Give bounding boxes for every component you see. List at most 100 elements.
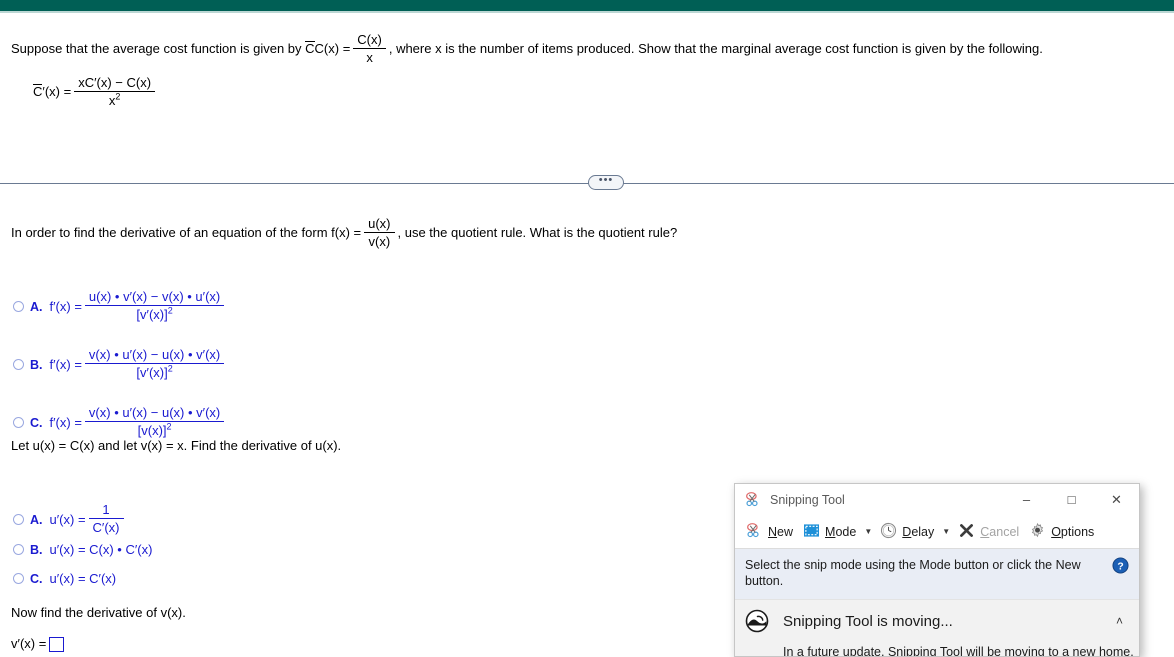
- snip-hint-panel: Select the snip mode using the Mode butt…: [735, 549, 1139, 599]
- minimize-button[interactable]: –: [1004, 484, 1049, 515]
- fraction-denominator: x: [366, 50, 373, 65]
- option-denominator-exponent: 2: [167, 363, 173, 374]
- c-bar-argument: C(x) =: [314, 40, 351, 56]
- option-letter: B.: [30, 357, 43, 372]
- snip-hint-text: Select the snip mode using the Mode butt…: [745, 558, 1081, 588]
- close-button[interactable]: ✕: [1094, 484, 1139, 515]
- problem-statement: Suppose that the average cost function i…: [11, 32, 1043, 66]
- cancel-button: Cancel: [953, 519, 1024, 545]
- divider-more-handle[interactable]: •••: [588, 175, 624, 190]
- option-content: u′(x) = 1 C′(x): [49, 502, 127, 536]
- result-c-bar-symbol: C: [33, 83, 43, 99]
- new-snip-button[interactable]: New: [741, 519, 798, 545]
- option-fraction: 1 C′(x): [88, 502, 124, 535]
- option-content: f′(x) = u(x) • v′(x) − v(x) • u′(x) [v′(x)…: [49, 289, 228, 323]
- option-denominator: [v(x)]2: [137, 421, 172, 438]
- result-fraction: xC′(x) − C(x) x2: [74, 75, 156, 108]
- delay-chevron-down-icon[interactable]: ▼: [939, 519, 953, 545]
- radio-button[interactable]: [13, 417, 24, 428]
- delay-button[interactable]: Delay: [875, 519, 939, 545]
- radio-button[interactable]: [13, 573, 24, 584]
- quotient-denominator: v(x): [368, 234, 391, 249]
- question1-prompt-part2: , use the quotient rule. What is the quo…: [397, 224, 678, 240]
- question3-prompt: Now find the derivative of v(x).: [11, 605, 186, 620]
- option-lhs: f′(x) =: [49, 357, 82, 372]
- quotient-numerator: u(x): [364, 216, 395, 233]
- options-button[interactable]: Options: [1024, 519, 1099, 545]
- option-fraction: v(x) • u′(x) − u(x) • v′(x) [v(x)]2: [84, 405, 225, 438]
- radio-button[interactable]: [13, 544, 24, 555]
- mode-label: Mode: [825, 524, 857, 539]
- question-mark-help-icon[interactable]: ?: [1112, 557, 1129, 574]
- option-denominator-exponent: 2: [166, 421, 172, 432]
- window-title: Snipping Tool: [770, 492, 845, 507]
- svg-text:?: ?: [1117, 561, 1123, 572]
- result-numerator: xC′(x) − C(x): [74, 75, 156, 92]
- x-mark-icon: [958, 522, 975, 542]
- clock-icon: [880, 522, 897, 542]
- question2-prompt: Let u(x) = C(x) and let v(x) = x. Find t…: [11, 438, 342, 453]
- cancel-label: Cancel: [980, 524, 1020, 539]
- question1-option-b[interactable]: B. f′(x) = v(x) • u′(x) − u(x) • v′(x) [v′…: [13, 347, 228, 381]
- mode-chevron-down-icon[interactable]: ▼: [861, 519, 875, 545]
- average-cost-fraction: C(x) x: [353, 32, 386, 65]
- option-lhs: f′(x) =: [49, 299, 82, 314]
- radio-button[interactable]: [13, 301, 24, 312]
- problem-statement-part2: , where x is the number of items produce…: [388, 40, 1043, 56]
- delay-label: Delay: [902, 524, 935, 539]
- radio-button[interactable]: [13, 359, 24, 370]
- question1-option-a[interactable]: A. f′(x) = u(x) • v′(x) − v(x) • u′(x) [v′…: [13, 289, 228, 323]
- option-numerator: 1: [88, 502, 124, 519]
- quotient-form-fraction: u(x) v(x): [364, 216, 395, 249]
- option-content: f′(x) = v(x) • u′(x) − u(x) • v′(x) [v′(x)…: [49, 347, 228, 381]
- option-lhs: u′(x) =: [49, 512, 86, 527]
- snipping-tool-window[interactable]: Snipping Tool – □ ✕ New Mode ▼ Delay ▼ C…: [734, 483, 1140, 657]
- scissors-icon: [746, 522, 763, 542]
- selection-rectangle-icon: [803, 523, 820, 541]
- option-denominator: C′(x): [92, 520, 120, 535]
- result-lhs: ′(x) =: [42, 83, 72, 99]
- divider-rule: [0, 183, 1174, 184]
- gear-icon: [1029, 522, 1046, 542]
- section-divider: •••: [0, 173, 1174, 193]
- mode-button[interactable]: Mode: [798, 519, 861, 545]
- option-denominator: [v′(x)]2: [136, 305, 173, 322]
- question2-option-b[interactable]: B. u′(x) = C(x) • C′(x): [13, 542, 152, 557]
- question1-prompt-part1: In order to find the derivative of an eq…: [11, 224, 362, 240]
- option-denominator: [v′(x)]2: [136, 363, 173, 380]
- window-controls: – □ ✕: [1004, 484, 1139, 515]
- option-letter: B.: [30, 542, 43, 557]
- radio-button[interactable]: [13, 514, 24, 525]
- snip-moving-text: Snipping Tool is moving...: [783, 612, 953, 630]
- option-numerator: v(x) • u′(x) − u(x) • v′(x): [84, 347, 225, 364]
- question3-answer-lhs: v′(x) =: [11, 636, 47, 651]
- snip-moving-notice: Snipping Tool is moving... ˄: [735, 599, 1139, 642]
- marginal-average-cost-result: C′(x) = xC′(x) − C(x) x2: [33, 75, 158, 109]
- option-lhs: f′(x) =: [49, 415, 82, 430]
- result-denominator: x2: [108, 91, 121, 108]
- option-letter: A.: [30, 512, 43, 527]
- option-letter: A.: [30, 299, 43, 314]
- result-denominator-exponent: 2: [115, 91, 121, 102]
- problem-statement-part1: Suppose that the average cost function i…: [11, 40, 302, 56]
- maximize-button[interactable]: □: [1049, 484, 1094, 515]
- question2-option-c[interactable]: C. u′(x) = C′(x): [13, 571, 116, 586]
- question1-option-c[interactable]: C. f′(x) = v(x) • u′(x) − u(x) • v′(x) [v(…: [13, 405, 227, 439]
- option-numerator: u(x) • v′(x) − v(x) • u′(x): [84, 289, 225, 306]
- option-numerator: v(x) • u′(x) − u(x) • v′(x): [84, 405, 225, 422]
- fraction-numerator: C(x): [353, 32, 386, 49]
- snipping-tool-toolbar: New Mode ▼ Delay ▼ Cancel Options: [735, 515, 1139, 549]
- snip-and-sketch-icon: [745, 609, 769, 633]
- question2-option-a[interactable]: A. u′(x) = 1 C′(x): [13, 502, 127, 536]
- app-header-bar: [0, 0, 1174, 11]
- option-letter: C.: [30, 415, 43, 430]
- new-snip-label: New: [768, 524, 794, 539]
- c-bar-symbol: C: [305, 40, 315, 56]
- option-fraction: u(x) • v′(x) − v(x) • u′(x) [v′(x)]2: [84, 289, 225, 322]
- collapse-chevron-up-icon[interactable]: ˄: [1110, 610, 1129, 632]
- option-letter: C.: [30, 571, 43, 586]
- snipping-tool-title-bar[interactable]: Snipping Tool – □ ✕: [735, 484, 1139, 515]
- scissors-icon: [745, 491, 762, 508]
- option-fraction: v(x) • u′(x) − u(x) • v′(x) [v′(x)]2: [84, 347, 225, 380]
- options-label: Options: [1051, 524, 1095, 539]
